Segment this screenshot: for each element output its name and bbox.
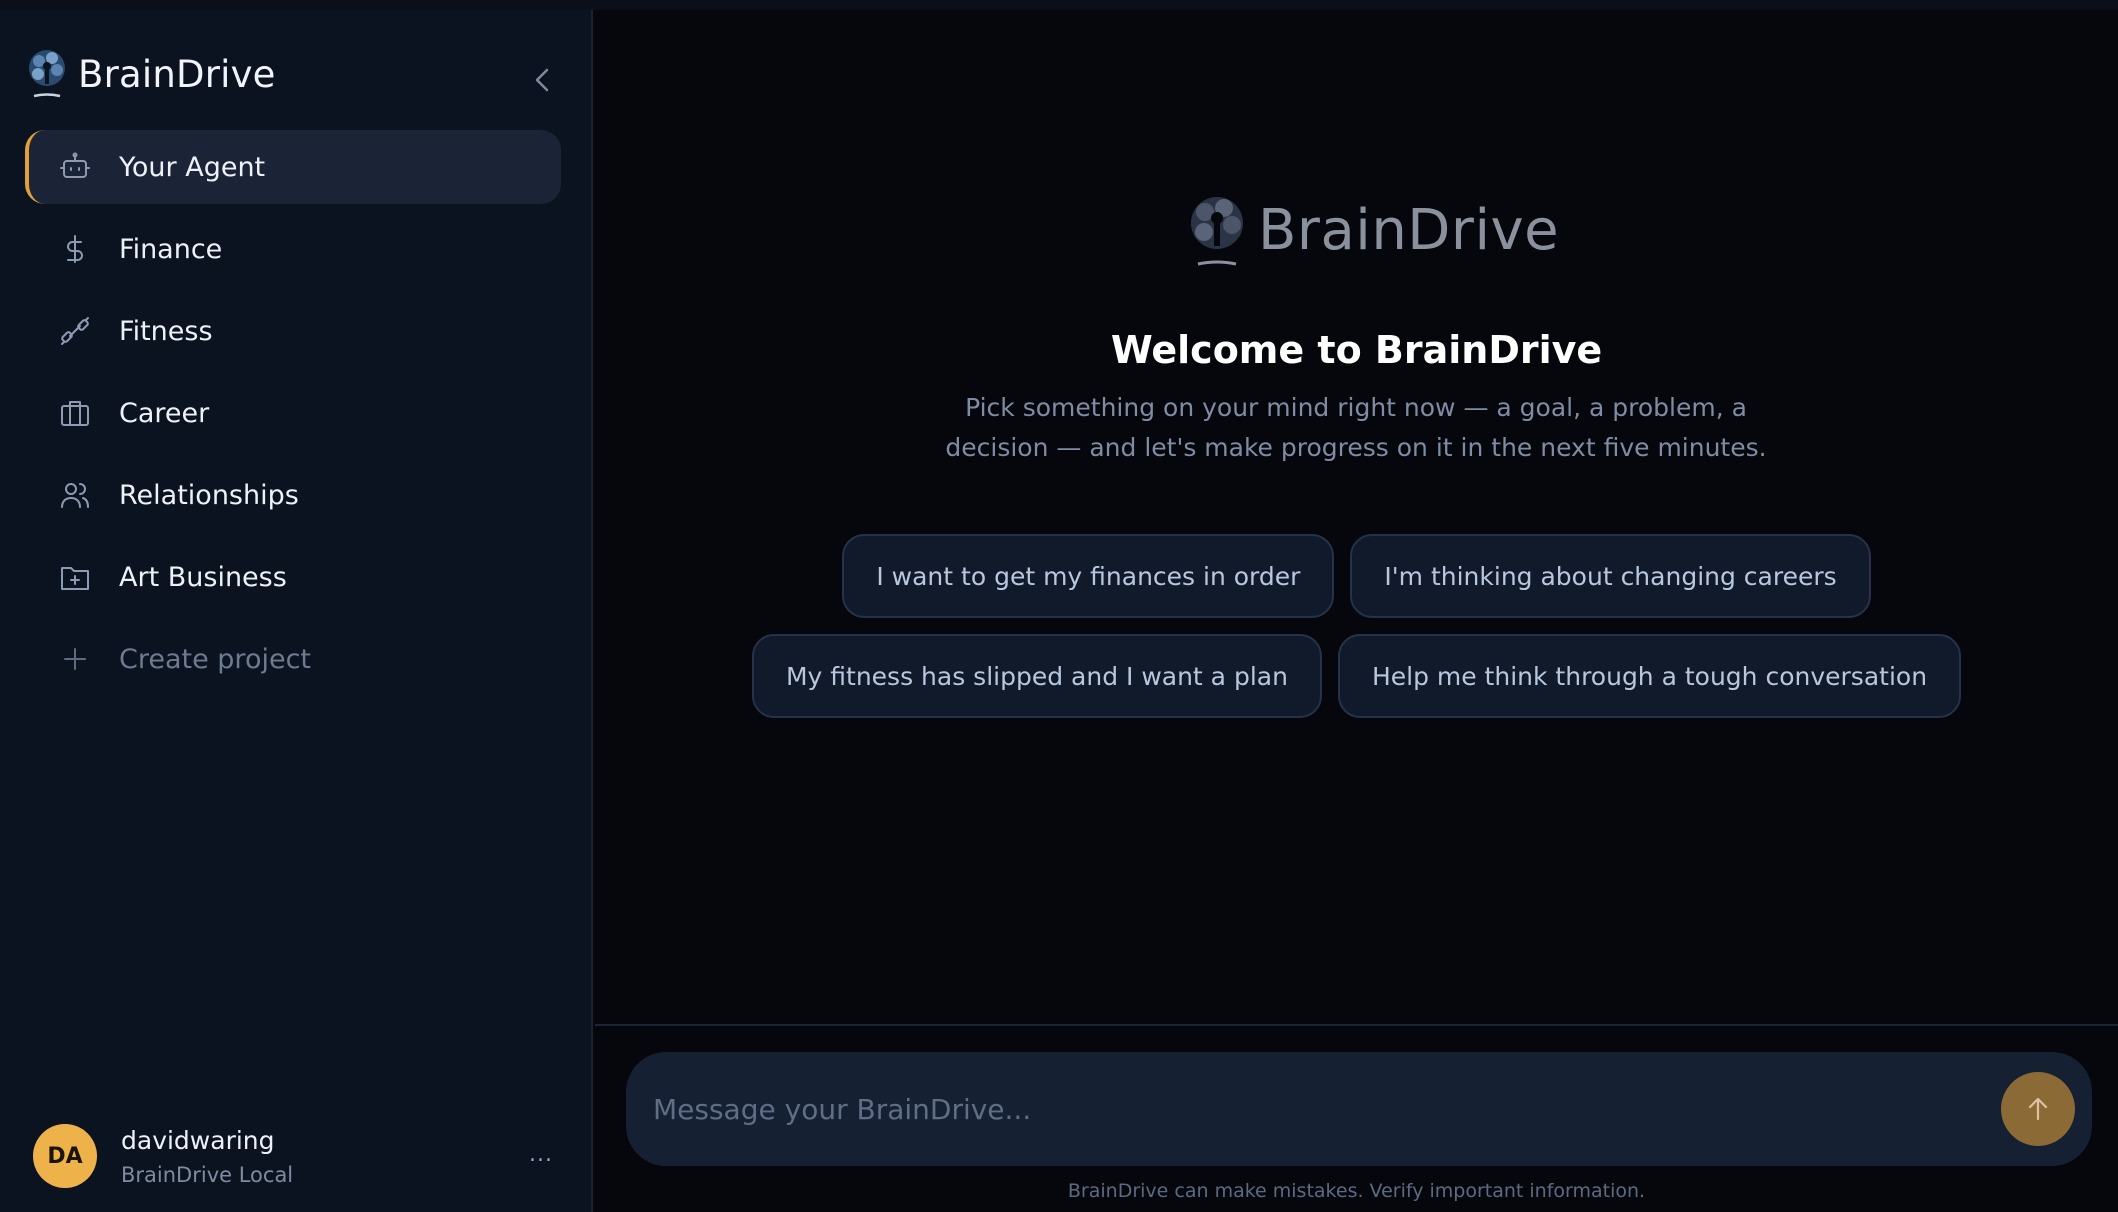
avatar: DA: [33, 1124, 97, 1188]
user-workspace: BrainDrive Local: [121, 1162, 294, 1187]
nav-label: Finance: [119, 233, 223, 265]
nav-item-career[interactable]: Career: [25, 376, 561, 450]
disclaimer: BrainDrive can make mistakes. Verify imp…: [1067, 1180, 1646, 1202]
nav-label: Fitness: [119, 315, 213, 347]
hero-brand-name: BrainDrive: [1258, 197, 1560, 263]
sidebar-brand[interactable]: BrainDrive: [26, 42, 276, 106]
nav-item-fitness[interactable]: Fitness: [25, 294, 561, 368]
suggestion-chips: I want to get my finances in order I'm t…: [595, 534, 2118, 734]
chevron-left-icon: [535, 68, 549, 92]
nav-item-finance[interactable]: Finance: [25, 212, 561, 286]
suggestion-chip[interactable]: Help me think through a tough conversati…: [1337, 634, 1962, 718]
brain-logo-icon: [1191, 197, 1243, 266]
project-nav: Your Agent Finance Fitness Career Relati…: [25, 130, 561, 704]
hero-brand: BrainDrive: [1188, 190, 1559, 270]
create-project-label: Create project: [119, 643, 312, 675]
brain-logo-icon: [29, 50, 65, 98]
composer-divider: [595, 1024, 2118, 1026]
user-name: davidwaring: [121, 1125, 275, 1155]
send-button[interactable]: [2001, 1072, 2075, 1146]
dumbbell-icon: [57, 313, 93, 349]
welcome-heading: Welcome to BrainDrive: [1110, 328, 1603, 372]
nav-label: Relationships: [119, 479, 299, 511]
dollar-icon: [57, 231, 93, 267]
message-input[interactable]: [626, 1052, 2001, 1166]
message-composer: [626, 1052, 2092, 1166]
create-project-button[interactable]: Create project: [25, 622, 561, 696]
more-options-icon[interactable]: ...: [529, 1142, 553, 1167]
brand-name: BrainDrive: [78, 52, 276, 96]
suggestion-chip[interactable]: My fitness has slipped and I want a plan: [751, 634, 1322, 718]
users-icon: [57, 477, 93, 513]
briefcase-icon: [57, 395, 93, 431]
nav-label: Career: [119, 397, 210, 429]
arrow-up-icon: [2028, 1097, 2048, 1121]
collapse-sidebar-button[interactable]: [528, 62, 556, 98]
nav-item-your-agent[interactable]: Your Agent: [25, 130, 561, 204]
window-top-strip: [0, 0, 2118, 10]
plus-icon: [57, 641, 93, 677]
suggestion-chip[interactable]: I'm thinking about changing careers: [1350, 534, 1871, 618]
suggestion-chip[interactable]: I want to get my finances in order: [842, 534, 1335, 618]
welcome-subtitle: Pick something on your mind right now — …: [945, 393, 1767, 462]
user-profile[interactable]: DA davidwaring BrainDrive Local ...: [33, 1116, 563, 1196]
folder-plus-icon: [57, 559, 93, 595]
nav-item-art-business[interactable]: Art Business: [25, 540, 561, 614]
nav-label: Art Business: [119, 561, 287, 593]
chat-main: BrainDrive Welcome to BrainDrive Pick so…: [595, 10, 2118, 1212]
robot-icon: [57, 149, 93, 185]
nav-label: Your Agent: [119, 151, 266, 183]
sidebar: BrainDrive Your Agent Finance Fitness Ca…: [0, 10, 593, 1212]
nav-item-relationships[interactable]: Relationships: [25, 458, 561, 532]
